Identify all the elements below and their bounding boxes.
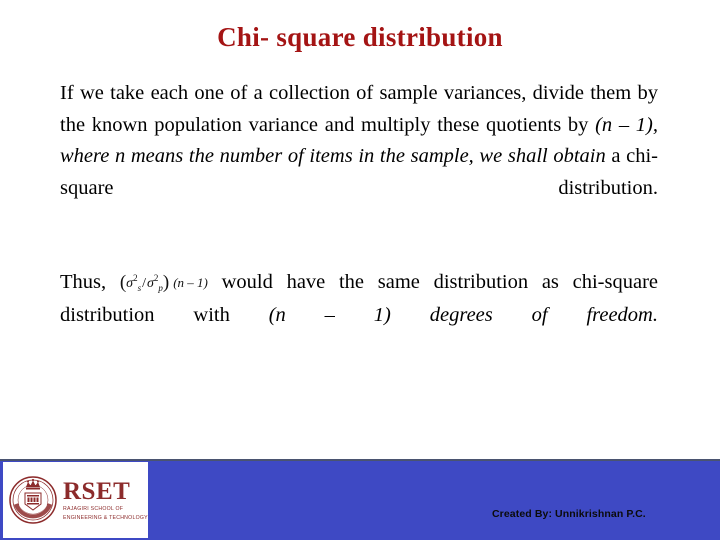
slide-canvas: Chi- square distribution If we take each… — [0, 0, 720, 540]
logo-wordmark: RSET RAJAGIRI SCHOOL OF ENGINEERING & TE… — [63, 479, 148, 522]
page-title: Chi- square distribution — [217, 22, 503, 52]
paragraph-one: If we take each one of a collection of s… — [60, 78, 658, 236]
logo-subtitle-line-2: ENGINEERING & TECHNOLOGY — [63, 514, 148, 521]
formula-exponent-denominator: 2 — [153, 272, 159, 283]
logo-acronym: RSET — [63, 477, 131, 505]
formula-open-paren: ( — [119, 271, 127, 293]
formula-degrees-factor: (n – 1) — [173, 274, 208, 290]
chi-square-formula: (σ2s/σ2p) (n – 1) — [120, 266, 208, 300]
formula-exponent-numerator: 2 — [133, 272, 138, 283]
formula-close-paren: ) — [162, 271, 170, 293]
paragraph-two: Thus, (σ2s/σ2p) (n – 1) would have the sa… — [60, 267, 658, 364]
logo-subtitle-line-1: RAJAGIRI SCHOOL OF — [63, 505, 124, 512]
paragraph-two-roman-lead: Thus, — [60, 270, 120, 293]
paragraph-two-italic-tail: (n – 1) degrees of freedom. — [268, 304, 658, 326]
slide-body: If we take each one of a collection of s… — [60, 78, 658, 363]
paragraph-one-roman-lead: If we take each one of a collection of s… — [60, 82, 658, 136]
formula-sigma-denominator: σ — [146, 275, 154, 291]
credit-text: Created By: Unnikrishnan P.C. — [492, 508, 646, 520]
rajagiri-crest-icon — [9, 476, 57, 524]
institution-logo: RSET RAJAGIRI SCHOOL OF ENGINEERING & TE… — [3, 462, 148, 538]
